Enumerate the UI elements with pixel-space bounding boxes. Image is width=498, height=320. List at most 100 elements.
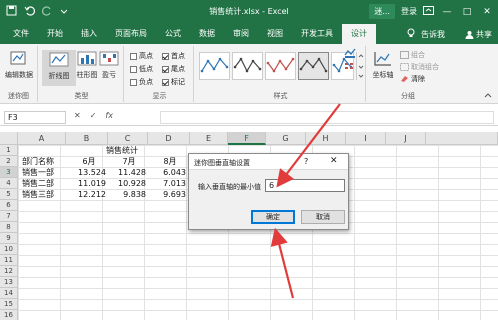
header-cell-dept[interactable]: 部门名称: [20, 156, 56, 167]
dialog-help-button[interactable]: ?: [304, 157, 308, 166]
sparkline-style-4-selected[interactable]: [298, 52, 329, 80]
column-header-j[interactable]: J: [386, 132, 426, 145]
column-header-g[interactable]: G: [266, 132, 306, 145]
dialog-close-button[interactable]: ✕: [330, 156, 338, 166]
header-cell-august[interactable]: 8月: [152, 156, 188, 167]
last-point-checkbox[interactable]: 尾点: [162, 64, 185, 74]
ok-button[interactable]: 确定: [251, 210, 295, 224]
row-header-2[interactable]: 2: [0, 156, 18, 167]
share-button[interactable]: 共享: [465, 29, 492, 40]
axis-icon: [374, 52, 391, 66]
first-point-checkbox[interactable]: 首点: [162, 51, 185, 61]
sales-value-cell[interactable]: 7.013: [150, 178, 188, 189]
cancel-button[interactable]: 取消: [301, 210, 345, 224]
tab-review[interactable]: 审阅: [224, 24, 258, 44]
clear-button[interactable]: 清除: [400, 74, 425, 84]
sparkline-style-3[interactable]: [265, 52, 296, 80]
tab-page-layout[interactable]: 页面布局: [106, 24, 156, 44]
row-header-15[interactable]: 15: [0, 299, 18, 310]
sales-value-cell[interactable]: 12.212: [70, 189, 108, 200]
row-header-13[interactable]: 13: [0, 277, 18, 288]
minimize-button[interactable]: —: [440, 7, 454, 17]
sparkline-color-button[interactable]: [344, 48, 358, 58]
sparkline-style-1[interactable]: [199, 52, 230, 80]
column-header-a[interactable]: A: [18, 132, 66, 145]
group-button[interactable]: 组合: [400, 50, 425, 60]
dept-name-cell[interactable]: 销售二部: [20, 178, 66, 189]
tab-file[interactable]: 文件: [4, 24, 38, 44]
column-header-filler: [426, 132, 498, 145]
axis-button[interactable]: 坐标轴: [368, 50, 398, 80]
column-header-b[interactable]: B: [66, 132, 108, 145]
user-icon: [465, 30, 474, 39]
ribbon-display-icon[interactable]: [423, 6, 434, 17]
column-header-e[interactable]: E: [190, 132, 228, 145]
winloss-type-button[interactable]: 盈亏: [96, 50, 122, 80]
row-header-7[interactable]: 7: [0, 211, 18, 222]
tab-right-area: 告诉我 共享: [407, 28, 498, 40]
sales-value-cell[interactable]: 9.693: [150, 189, 188, 200]
sales-value-cell[interactable]: 13.524: [70, 167, 108, 178]
min-value-input[interactable]: 6: [265, 179, 345, 192]
sheet-title-cell[interactable]: 销售统计: [102, 145, 142, 156]
tell-me-box[interactable]: 告诉我: [421, 29, 445, 40]
login-link[interactable]: 登录: [401, 6, 417, 17]
tab-design[interactable]: 设计: [342, 24, 376, 44]
row-header-8[interactable]: 8: [0, 222, 18, 233]
marker-color-button[interactable]: [344, 62, 358, 72]
row-header-5[interactable]: 5: [0, 189, 18, 200]
tab-view[interactable]: 视图: [258, 24, 292, 44]
ungroup-button[interactable]: 取消组合: [400, 62, 439, 72]
restore-button[interactable]: □: [460, 7, 474, 17]
row-header-14[interactable]: 14: [0, 288, 18, 299]
select-all-corner[interactable]: [0, 132, 18, 145]
tab-data[interactable]: 数据: [190, 24, 224, 44]
tab-developer[interactable]: 开发工具: [292, 24, 342, 44]
grouping-group-label: 分组: [401, 92, 415, 100]
negative-point-checkbox[interactable]: 负点: [130, 77, 153, 87]
vertical-axis-dialog: 迷你图垂直轴设置 ? ✕ 输入垂直轴的最小值 6 确定 取消: [188, 153, 349, 230]
type-group-label: 类型: [74, 92, 89, 100]
context-tools-label[interactable]: 迷...: [369, 4, 395, 19]
tab-home[interactable]: 开始: [38, 24, 72, 44]
title-bar-right: 迷... 登录 — □ ✕: [369, 4, 494, 19]
row-header-3[interactable]: 3: [0, 167, 18, 178]
row-header-16[interactable]: 16: [0, 310, 18, 320]
formula-input[interactable]: [160, 111, 494, 124]
header-cell-june[interactable]: 6月: [70, 156, 108, 167]
dept-name-cell[interactable]: 销售一部: [20, 167, 66, 178]
row-header-10[interactable]: 10: [0, 244, 18, 255]
low-point-checkbox[interactable]: 低点: [130, 64, 153, 74]
edit-data-button[interactable]: 编辑数据: [2, 50, 36, 80]
tab-formulas[interactable]: 公式: [156, 24, 190, 44]
row-header-1[interactable]: 1: [0, 145, 18, 156]
sales-value-cell[interactable]: 10.928: [110, 178, 148, 189]
insert-function-icon[interactable]: fx: [105, 111, 113, 120]
enter-formula-icon[interactable]: ✓: [90, 111, 97, 120]
column-header-d[interactable]: D: [148, 132, 190, 145]
high-point-checkbox[interactable]: 高点: [130, 51, 153, 61]
column-header-h[interactable]: H: [306, 132, 346, 145]
sales-value-cell[interactable]: 6.043: [150, 167, 188, 178]
sales-value-cell[interactable]: 9.838: [110, 189, 148, 200]
cancel-formula-icon[interactable]: ✕: [74, 111, 81, 120]
dept-name-cell[interactable]: 销售三部: [20, 189, 66, 200]
sparkline-style-2[interactable]: [232, 52, 263, 80]
row-header-9[interactable]: 9: [0, 233, 18, 244]
row-header-4[interactable]: 4: [0, 178, 18, 189]
close-window-button[interactable]: ✕: [480, 7, 494, 17]
markers-checkbox[interactable]: 标记: [162, 77, 185, 87]
tab-insert[interactable]: 插入: [72, 24, 106, 44]
column-header-c[interactable]: C: [108, 132, 148, 145]
formula-bar: F3 ✕ ✓ fx: [0, 108, 498, 126]
row-header-12[interactable]: 12: [0, 266, 18, 277]
collapse-ribbon-icon[interactable]: [484, 91, 492, 100]
name-box[interactable]: F3: [4, 111, 66, 124]
column-header-f[interactable]: F: [228, 132, 266, 145]
sales-value-cell[interactable]: 11.019: [70, 178, 108, 189]
column-header-i[interactable]: I: [346, 132, 386, 145]
row-header-6[interactable]: 6: [0, 200, 18, 211]
sales-value-cell[interactable]: 11.428: [110, 167, 148, 178]
header-cell-july[interactable]: 7月: [110, 156, 148, 167]
row-header-11[interactable]: 11: [0, 255, 18, 266]
